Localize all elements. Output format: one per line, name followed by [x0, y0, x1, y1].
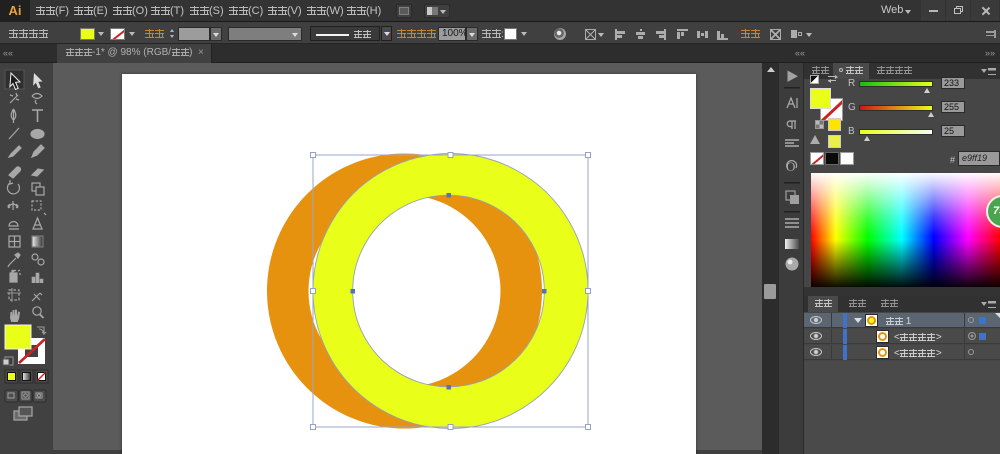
- svg-text:O: O: [786, 159, 795, 174]
